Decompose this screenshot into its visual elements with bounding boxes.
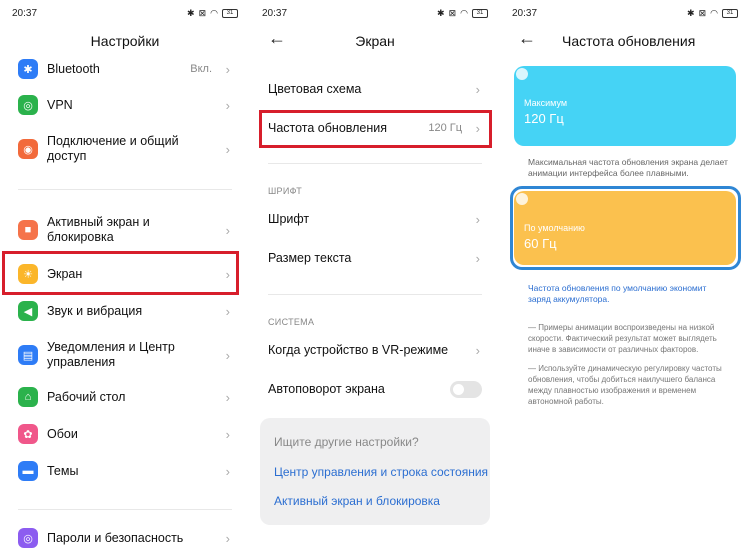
page-title: Экран	[355, 33, 395, 49]
wifi-icon: ◠	[460, 8, 468, 18]
bluetooth-status-icon: ✱	[187, 8, 195, 18]
status-bar: 20:37 ✱ ⊠ ◠ 31	[12, 8, 238, 22]
bluetooth-status-icon: ✱	[437, 8, 445, 18]
chevron-right-icon: ›	[225, 389, 230, 405]
chevron-right-icon: ›	[225, 426, 230, 442]
page-title: Частота обновления	[562, 33, 696, 49]
footnote-dynamic: — Используйте динамическую регулировку ч…	[528, 364, 722, 406]
max-value: 120 Гц	[524, 111, 564, 126]
max-label: Максимум	[524, 98, 568, 108]
home-icon: ⌂	[18, 387, 38, 407]
flower-icon: ✿	[18, 424, 38, 444]
status-time: 20:37	[12, 8, 38, 19]
autorotate-toggle[interactable]	[450, 381, 482, 398]
vr-mode-item[interactable]: Когда устройство в VR-режиме ›	[268, 342, 486, 358]
chevron-right-icon: ›	[225, 97, 230, 113]
status-bar: 20:37 ✱ ⊠ ◠ 31	[262, 8, 488, 22]
default-label: По умолчанию	[524, 223, 585, 233]
chevron-right-icon: ›	[225, 222, 230, 238]
refresh-rate-panel: 20:37 ✱ ⊠ ◠ 31 ← Частота обновления Макс…	[500, 0, 750, 556]
brush-icon: ▬	[18, 461, 38, 481]
settings-item-themes[interactable]: ▬ Темы ›	[18, 461, 236, 481]
settings-panel: 20:37 ✱ ⊠ ◠ 31 Настройки ✱ Bluetooth Вкл…	[0, 0, 250, 556]
divider	[268, 294, 482, 295]
radio-dot	[516, 68, 528, 80]
highlight-box-refresh-rate	[259, 110, 492, 148]
max-refresh-card[interactable]: Максимум 120 Гц	[514, 66, 736, 146]
chevron-right-icon: ›	[225, 141, 230, 157]
fingerprint-icon: ◎	[18, 528, 38, 548]
settings-item-passwords[interactable]: ◎ Пароли и безопасность ›	[18, 528, 236, 548]
speaker-icon: ◀	[18, 301, 38, 321]
color-scheme-item[interactable]: Цветовая схема ›	[268, 81, 486, 97]
divider	[268, 163, 482, 164]
settings-item-wallpaper[interactable]: ✿ Обои ›	[18, 424, 236, 444]
settings-item-sound[interactable]: ◀ Звук и вибрация ›	[18, 301, 236, 321]
radio-dot	[516, 193, 528, 205]
divider	[18, 189, 232, 190]
display-panel: 20:37 ✱ ⊠ ◠ 31 ← Экран Цветовая схема › …	[250, 0, 500, 556]
vpn-icon: ◎	[18, 95, 38, 115]
chevron-right-icon: ›	[225, 463, 230, 479]
status-time: 20:37	[512, 8, 538, 19]
link-lockscreen[interactable]: Активный экран и блокировка	[274, 494, 440, 508]
suggestions-question: Ищите другие настройки?	[274, 435, 419, 449]
chevron-right-icon: ›	[475, 342, 480, 358]
settings-item-notifications[interactable]: ▤ Уведомления и Центр управления ›	[18, 340, 236, 370]
connection-icon: ◉	[18, 139, 38, 159]
link-control-center[interactable]: Центр управления и строка состояния	[274, 465, 488, 479]
notifications-icon: ▤	[18, 345, 38, 365]
chevron-right-icon: ›	[225, 61, 230, 77]
max-description: Максимальная частота обновления экрана д…	[528, 157, 728, 178]
back-arrow-icon[interactable]: ←	[518, 28, 536, 49]
suggestions-card: Ищите другие настройки? Центр управления…	[260, 418, 490, 525]
footnote-animation: — Примеры анимации воспроизведены на низ…	[528, 323, 717, 354]
settings-item-bluetooth[interactable]: ✱ Bluetooth Вкл. ›	[18, 59, 236, 79]
section-label-font: ШРИФТ	[268, 186, 303, 196]
default-value: 60 Гц	[524, 236, 557, 251]
wifi-icon: ◠	[210, 8, 218, 18]
battery-icon: 31	[472, 8, 488, 18]
default-description: Частота обновления по умолчанию экономит…	[528, 283, 707, 304]
font-item[interactable]: Шрифт ›	[268, 211, 486, 227]
sim-icon: ⊠	[698, 8, 707, 18]
status-bar: 20:37 ✱ ⊠ ◠ 31	[512, 8, 738, 22]
chevron-right-icon: ›	[475, 250, 480, 266]
section-label-system: СИСТЕМА	[268, 317, 315, 327]
bluetooth-status-value: Вкл.	[190, 63, 212, 75]
settings-item-vpn[interactable]: ◎ VPN ›	[18, 95, 236, 115]
page-title: Настройки	[90, 33, 160, 49]
battery-icon: 31	[722, 8, 738, 18]
settings-item-connection[interactable]: ◉ Подключение и общий доступ ›	[18, 134, 236, 164]
battery-icon: 31	[222, 8, 238, 18]
settings-item-desktop[interactable]: ⌂ Рабочий стол ›	[18, 387, 236, 407]
bluetooth-status-icon: ✱	[687, 8, 695, 18]
chevron-right-icon: ›	[225, 303, 230, 319]
chevron-right-icon: ›	[475, 211, 480, 227]
lock-icon: ■	[18, 220, 38, 240]
settings-item-lockscreen[interactable]: ■ Активный экран и блокировка ›	[18, 215, 236, 245]
bluetooth-icon: ✱	[18, 59, 38, 79]
chevron-right-icon: ›	[225, 347, 230, 363]
highlight-box-display	[2, 251, 239, 295]
text-size-item[interactable]: Размер текста ›	[268, 250, 486, 266]
chevron-right-icon: ›	[475, 81, 480, 97]
default-refresh-card[interactable]: По умолчанию 60 Гц	[514, 191, 736, 265]
wifi-icon: ◠	[710, 8, 718, 18]
sim-icon: ⊠	[198, 8, 207, 18]
sim-icon: ⊠	[448, 8, 457, 18]
divider	[18, 509, 232, 510]
status-time: 20:37	[262, 8, 288, 19]
chevron-right-icon: ›	[225, 530, 230, 546]
